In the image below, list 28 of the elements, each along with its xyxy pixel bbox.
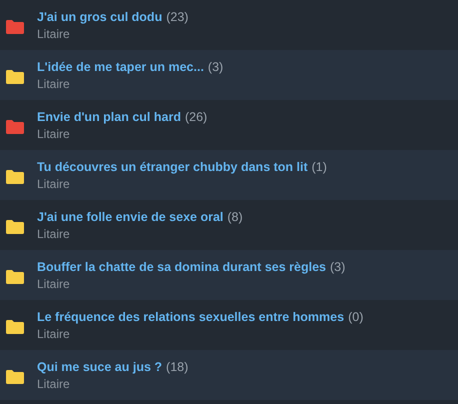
thread-title[interactable]: L'idée de me taper un mec...	[37, 60, 204, 74]
thread-row[interactable]: L'idée de me taper un mec... (3) Litaire	[0, 50, 458, 100]
reply-count: (3)	[330, 260, 346, 274]
author-name: Litaire	[37, 126, 71, 140]
author-name: Litaire	[37, 226, 71, 240]
author-name: Litaire	[37, 276, 71, 290]
reply-count: (1)	[312, 160, 327, 174]
reply-count: (8)	[227, 210, 243, 224]
author-name: Litaire	[37, 376, 71, 390]
thread-title[interactable]: Le fréquence des relations sexuelles entre hommes	[37, 310, 344, 324]
thread-title[interactable]: Envie d'un plan cul hard	[37, 110, 181, 124]
author-name: Litaire	[37, 176, 71, 190]
thread-title[interactable]: Tu découvres un étranger chubby dans ton lit	[37, 160, 308, 174]
reply-count: (0)	[348, 310, 364, 324]
thread-row[interactable]: Bouffer la chatte de sa domina durant ses règles (3) Litaire	[0, 250, 458, 300]
reply-count: (18)	[166, 360, 188, 374]
thread-title[interactable]: J'ai une folle envie de sexe oral	[37, 210, 224, 224]
thread-row[interactable]: Tu découvres un étranger chubby dans ton lit (1) Litaire	[0, 150, 458, 200]
author-name: Litaire	[37, 26, 71, 40]
author-name: Litaire	[37, 76, 71, 90]
thread-title[interactable]: Qui me suce au jus ?	[37, 360, 162, 374]
reply-count: (23)	[166, 10, 188, 24]
reply-count: (26)	[184, 110, 208, 124]
thread-row[interactable]: Qui me suce au jus ? (18) Litaire	[0, 350, 458, 400]
thread-title[interactable]: Bouffer la chatte de sa domina durant ses règles	[37, 260, 326, 274]
author-name: Litaire	[37, 326, 71, 340]
reply-count: (3)	[208, 60, 224, 74]
thread-title[interactable]: J'ai un gros cul dodu	[37, 10, 162, 24]
